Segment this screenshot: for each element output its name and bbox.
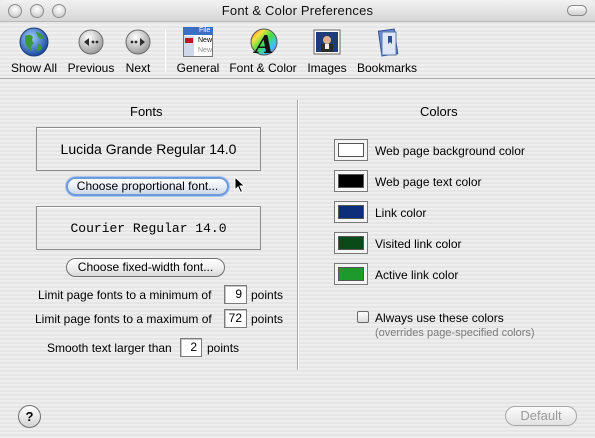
smooth-text-label: Smooth text larger than (47, 341, 172, 355)
always-use-colors-label[interactable]: Always use these colors (375, 311, 504, 325)
globe-icon (19, 27, 49, 57)
background-color-label: Web page background color (375, 144, 525, 158)
active-link-color-label: Active link color (375, 268, 459, 282)
preferences-window: Font & Color Preferences Show All Previo… (0, 0, 595, 438)
choose-proportional-font-button[interactable]: Choose proportional font... (66, 177, 229, 196)
toolbar-label: Bookmarks (356, 61, 418, 75)
fonts-heading: Fonts (130, 104, 163, 119)
general-prefs-icon: File New New (182, 26, 214, 58)
window-title: Font & Color Preferences (221, 3, 374, 18)
section-divider (297, 100, 299, 370)
text-color-well[interactable] (334, 170, 368, 192)
background-color-well[interactable] (334, 139, 368, 161)
text-color-label: Web page text color (375, 175, 482, 189)
min-font-label: Limit page fonts to a minimum of (38, 288, 212, 302)
visited-link-color-well[interactable] (334, 232, 368, 254)
active-link-color-well[interactable] (334, 263, 368, 285)
toolbar-separator (165, 30, 166, 72)
toolbar-item-font-color[interactable]: A Font & Color (227, 26, 299, 75)
visited-link-color-label: Visited link color (375, 237, 462, 251)
toolbar-item-next[interactable]: Next (121, 26, 155, 75)
color-swatch (338, 205, 364, 219)
link-color-label: Link color (375, 206, 427, 220)
always-use-colors-checkbox[interactable] (357, 311, 369, 323)
color-swatch (338, 267, 364, 281)
toolbar-label: Images (307, 61, 347, 75)
toolbar-toggle-button[interactable] (567, 5, 587, 16)
mouse-cursor-icon (234, 176, 246, 194)
help-button[interactable]: ? (18, 405, 41, 428)
link-color-well[interactable] (334, 201, 368, 223)
toolbar: Show All Previous Next File New New Gene… (0, 22, 595, 79)
colors-heading: Colors (420, 104, 458, 119)
toolbar-item-images[interactable]: Images (305, 26, 349, 75)
max-font-size-field[interactable]: 72 (224, 309, 247, 328)
min-font-size-field[interactable]: 9 (224, 285, 247, 304)
bookmarks-icon (377, 28, 399, 57)
toolbar-item-bookmarks[interactable]: Bookmarks (355, 26, 419, 75)
toolbar-label: Next (125, 61, 151, 75)
default-button[interactable]: Default (505, 406, 577, 426)
max-font-label: Limit page fonts to a maximum of (35, 312, 212, 326)
min-font-unit: points (251, 288, 284, 302)
toolbar-label: Show All (10, 61, 58, 75)
svg-text:A: A (253, 30, 274, 58)
smooth-text-unit: points (207, 341, 240, 355)
fixed-width-font-display: Courier Regular 14.0 (36, 206, 261, 250)
toolbar-item-show-all[interactable]: Show All (9, 26, 59, 75)
max-font-unit: points (251, 312, 284, 326)
toolbar-label: Previous (67, 61, 115, 75)
title-bar: Font & Color Preferences (0, 0, 595, 22)
toolbar-label: General (176, 61, 220, 75)
images-icon (313, 29, 341, 55)
font-color-icon: A (250, 28, 278, 58)
toolbar-item-previous[interactable]: Previous (67, 26, 115, 75)
next-arrow-icon (125, 29, 151, 55)
color-swatch (338, 174, 364, 188)
smooth-text-size-field[interactable]: 2 (180, 338, 202, 357)
color-swatch (338, 143, 364, 157)
always-use-colors-note: (overrides page-specified colors) (375, 327, 535, 339)
color-swatch (338, 236, 364, 250)
toolbar-item-general[interactable]: File New New General (175, 26, 221, 75)
proportional-font-display: Lucida Grande Regular 14.0 (36, 127, 261, 171)
choose-fixed-width-font-button[interactable]: Choose fixed-width font... (66, 258, 225, 277)
toolbar-label: Font & Color (229, 61, 297, 75)
previous-arrow-icon (78, 29, 104, 55)
